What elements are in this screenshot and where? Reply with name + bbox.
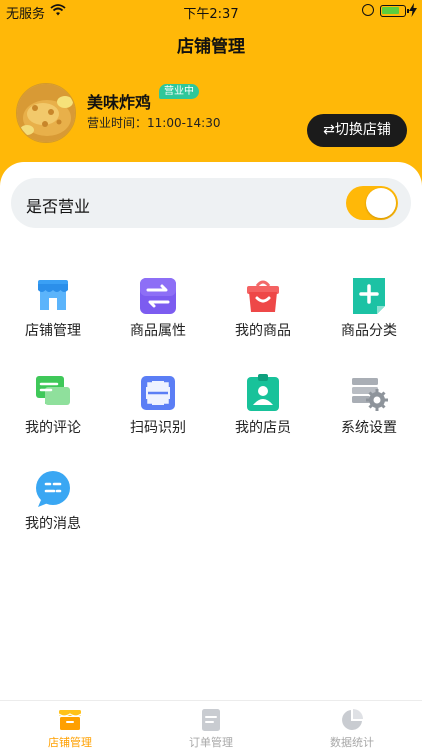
settings-gear-icon — [352, 378, 388, 411]
grid-item-label: 我的消息 — [25, 516, 81, 532]
grid-item-label: 我的商品 — [235, 323, 291, 339]
grid-item-scan[interactable]: 扫码识别 — [105, 373, 211, 453]
page-title: 店铺管理 — [177, 37, 245, 57]
message-bubble-icon — [36, 471, 70, 507]
charging-bolt-icon — [409, 3, 417, 17]
grid-item-label: 商品分类 — [341, 323, 397, 339]
business-toggle-switch[interactable] — [346, 186, 398, 220]
grid-item-product-categories[interactable]: 商品分类 — [316, 276, 422, 356]
grid-item-label: 我的店员 — [235, 420, 291, 436]
order-tab-icon — [202, 709, 220, 731]
tab-order-manage[interactable]: 订单管理 — [141, 701, 281, 750]
grid-item-store-manage[interactable]: 店铺管理 — [0, 276, 106, 356]
grid-item-label: 系统设置 — [341, 420, 397, 436]
business-toggle-row: 是否营业 — [11, 178, 411, 228]
grid-item-my-messages[interactable]: 我的消息 — [0, 469, 106, 549]
battery-icon — [380, 5, 409, 17]
store-icon — [38, 280, 68, 310]
business-toggle-label: 是否营业 — [26, 197, 91, 216]
fried-chicken-photo — [17, 84, 75, 142]
transfer-icon — [140, 278, 176, 314]
grid-item-system-settings[interactable]: 系统设置 — [316, 373, 422, 453]
tab-label: 数据统计 — [330, 736, 374, 749]
tab-label: 订单管理 — [189, 736, 233, 749]
grid-item-product-attributes[interactable]: 商品属性 — [105, 276, 211, 356]
chart-tab-icon — [342, 709, 363, 730]
shopping-bag-icon — [247, 280, 279, 312]
tab-label: 店铺管理 — [48, 736, 92, 749]
grid-item-my-comments[interactable]: 我的评论 — [0, 373, 106, 453]
comment-icon — [36, 376, 70, 405]
grid-item-label: 扫码识别 — [130, 420, 186, 436]
status-badge: 营业中 — [159, 84, 199, 99]
orientation-lock-icon — [362, 4, 374, 16]
business-hours: 营业时间：11:00-14:30 — [87, 116, 221, 130]
clock: 下午2:37 — [183, 7, 239, 22]
grid-item-label: 商品属性 — [130, 323, 186, 339]
grid-item-my-staff[interactable]: 我的店员 — [210, 373, 316, 453]
tab-data-stats[interactable]: 数据统计 — [282, 701, 422, 750]
store-name: 美味炸鸡 — [87, 93, 152, 112]
store-tab-icon — [58, 710, 82, 730]
status-bar: 无服务 下午2:37 — [0, 0, 422, 22]
scan-icon — [141, 376, 175, 410]
grid-item-label: 我的评论 — [25, 420, 81, 436]
add-document-icon — [353, 278, 385, 314]
tab-bar: 店铺管理 订单管理 数据统计 — [0, 700, 422, 750]
grid-item-my-products[interactable]: 我的商品 — [210, 276, 316, 356]
staff-badge-icon — [247, 374, 279, 411]
switch-store-button[interactable]: ⇄切换店铺 — [307, 114, 407, 147]
tab-store-manage[interactable]: 店铺管理 — [0, 701, 140, 750]
toggle-knob — [366, 188, 396, 218]
store-avatar[interactable] — [16, 83, 76, 143]
grid-item-label: 店铺管理 — [25, 323, 81, 339]
